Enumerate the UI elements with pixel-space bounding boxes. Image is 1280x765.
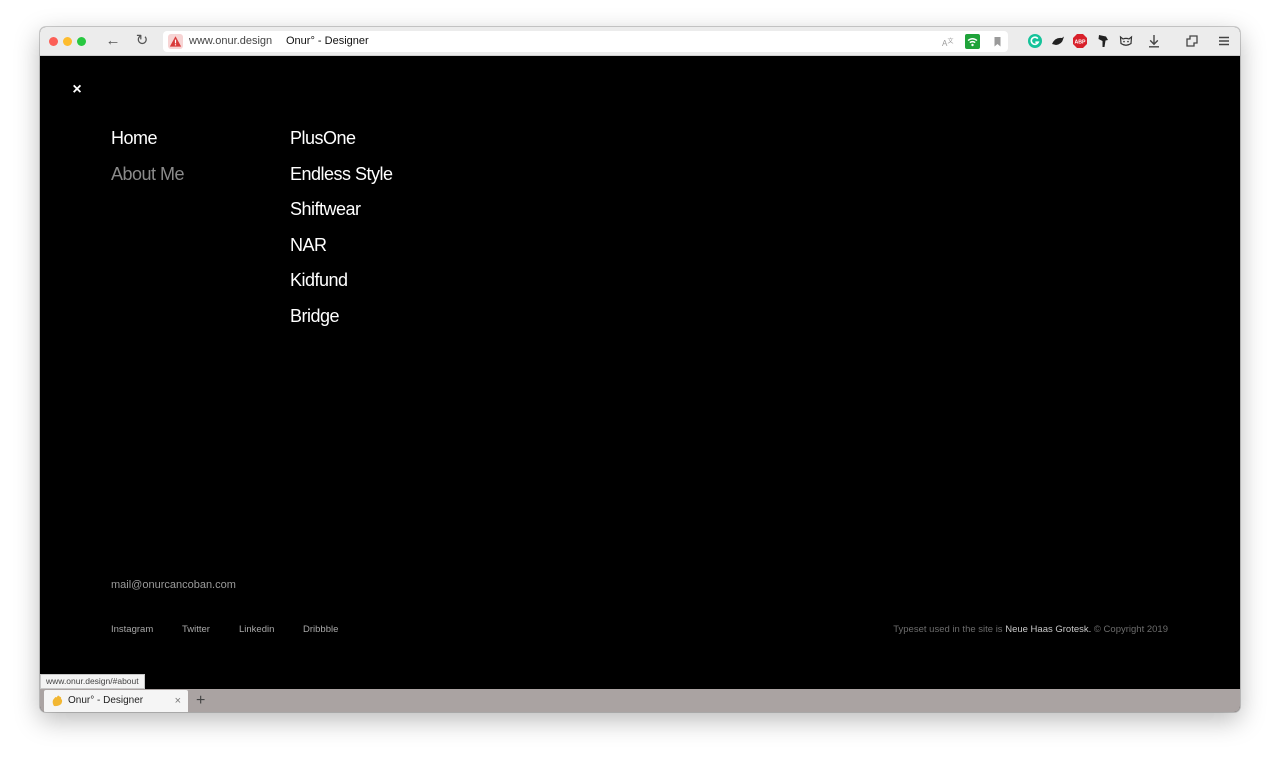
credit-copyright: © Copyright 2019: [1091, 624, 1168, 635]
bookmark-icon[interactable]: [990, 34, 1005, 49]
zoom-window-button[interactable]: [77, 37, 86, 46]
project-link-nar[interactable]: NAR: [290, 234, 393, 270]
address-bar[interactable]: www.onur.design Onur° - Designer A 文: [163, 31, 1008, 52]
extensions-icon[interactable]: [1184, 33, 1200, 49]
project-link-kidfund[interactable]: Kidfund: [290, 269, 393, 305]
tab-bar: Onur° - Designer × +: [40, 689, 1240, 712]
warning-icon: [168, 34, 183, 49]
main-menu: Home About Me: [111, 127, 185, 199]
footer-credit: Typeset used in the site is Neue Haas Gr…: [893, 624, 1168, 635]
reload-button[interactable]: ↻: [133, 32, 151, 50]
close-tab-icon[interactable]: ×: [175, 690, 181, 712]
status-url-tooltip: www.onur.design/#about: [40, 674, 145, 689]
svg-text:文: 文: [948, 37, 954, 45]
social-link-linkedin[interactable]: Linkedin: [239, 624, 274, 635]
menu-icon[interactable]: [1216, 33, 1232, 49]
browser-window: ← ↻ www.onur.design Onur° - Designer A 文: [40, 27, 1240, 712]
tab-title: Onur° - Designer: [68, 695, 144, 706]
project-link-shiftwear[interactable]: Shiftwear: [290, 198, 393, 234]
credit-font-name: Neue Haas Grotesk.: [1005, 624, 1092, 635]
minimize-window-button[interactable]: [63, 37, 72, 46]
tab-onur-designer[interactable]: Onur° - Designer ×: [44, 690, 188, 712]
project-link-bridge[interactable]: Bridge: [290, 305, 393, 341]
download-icon[interactable]: [1146, 33, 1162, 49]
social-link-instagram[interactable]: Instagram: [111, 624, 153, 635]
social-link-dribbble[interactable]: Dribbble: [303, 624, 338, 635]
project-menu: PlusOne Endless Style Shiftwear NAR Kidf…: [290, 127, 393, 341]
menu-item-home[interactable]: Home: [111, 127, 184, 163]
project-link-plusone[interactable]: PlusOne: [290, 127, 393, 163]
horse-extension-icon[interactable]: [1095, 33, 1111, 49]
contact-email-link[interactable]: mail@onurcancoban.com: [111, 579, 236, 591]
project-link-endless-style[interactable]: Endless Style: [290, 163, 393, 199]
close-menu-button[interactable]: ×: [70, 82, 84, 98]
close-window-button[interactable]: [49, 37, 58, 46]
cat-extension-icon[interactable]: [1118, 33, 1134, 49]
svg-text:ABP: ABP: [1075, 40, 1086, 46]
translate-icon[interactable]: A 文: [941, 34, 956, 49]
menu-item-about-me[interactable]: About Me: [111, 163, 185, 199]
adblock-icon[interactable]: ABP: [1072, 33, 1088, 49]
waving-hand-icon: [52, 695, 63, 707]
social-link-twitter[interactable]: Twitter: [182, 624, 210, 635]
new-tab-button[interactable]: +: [196, 689, 205, 712]
page-title: Onur° - Designer: [286, 35, 369, 47]
browser-toolbar: ← ↻ www.onur.design Onur° - Designer A 文: [40, 27, 1240, 56]
bird-extension-icon[interactable]: [1050, 33, 1066, 49]
back-button[interactable]: ←: [104, 32, 122, 50]
wifi-icon[interactable]: [965, 34, 980, 49]
grammarly-icon[interactable]: [1027, 33, 1043, 49]
url-text: www.onur.design: [189, 35, 273, 47]
page-content: × Home About Me PlusOne Endless Style Sh…: [40, 56, 1240, 689]
credit-prefix: Typeset used in the site is: [893, 624, 1006, 635]
